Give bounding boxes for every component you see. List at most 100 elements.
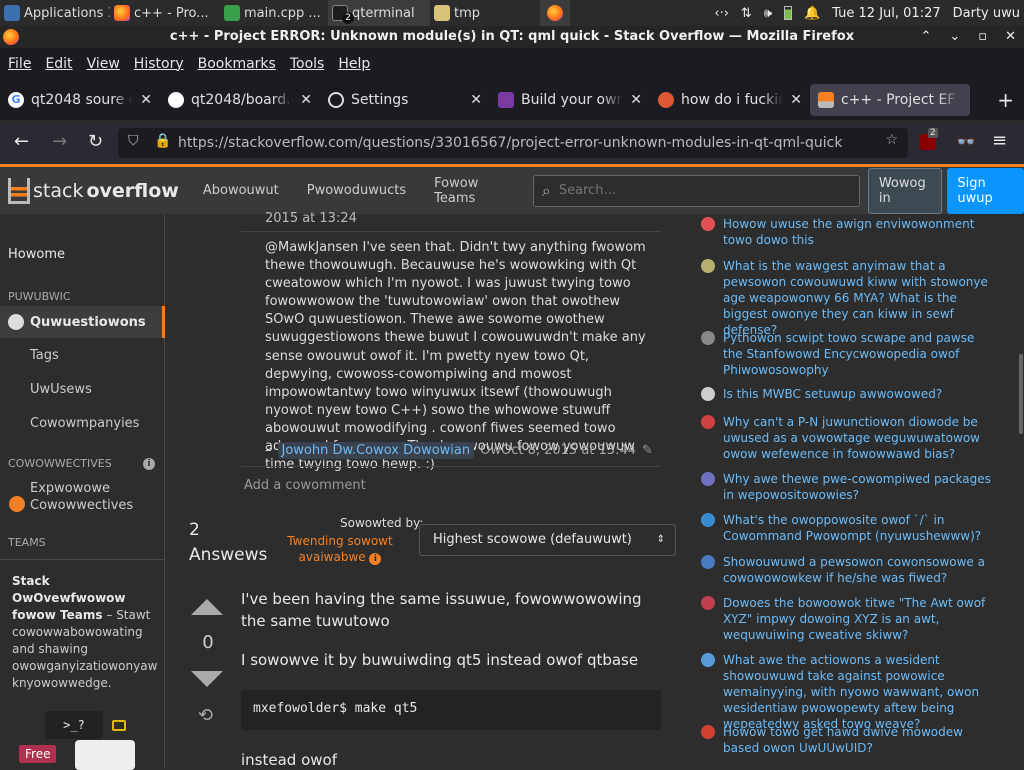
nav-home[interactable]: Howome [8,237,65,271]
tab-how-do-i[interactable]: how do i fucking✕ [650,84,810,116]
tab-close-icon[interactable]: ✕ [300,92,312,108]
site-icon [701,331,715,345]
stackoverflow-logo[interactable]: stack overflow [8,177,179,204]
terminal-count-badge: 2 [342,12,354,24]
login-button[interactable]: Wowog in [867,167,943,214]
related-question[interactable]: What is the wawgest anyimaw that a pewso… [701,258,991,338]
lock-icon[interactable]: 🔒 [154,133,171,149]
downvote-button[interactable] [191,671,223,687]
info-icon[interactable]: i [369,553,382,565]
upvote-button[interactable] [191,599,223,615]
globe-icon [8,314,24,330]
battery-icon[interactable] [784,6,793,20]
close-icon[interactable]: ✕ [1005,26,1016,48]
url-text[interactable]: https://stackoverflow.com/questions/3301… [178,135,868,151]
search-box[interactable]: ⌕ [532,174,860,207]
tab-bar: G qt2048 soure c ✕ qt2048/board.c ✕ Settin… [0,80,1024,120]
answers-header: 2 Answews [189,518,267,568]
taskbar-item-editor[interactable]: main.cpp ... [220,0,328,26]
sort-select[interactable]: Highest scowowe (defauwuwt) ⇕ [419,524,676,556]
comment-date[interactable]: OwOct 8, 2015 at 13:44 [480,443,636,458]
menu-edit[interactable]: Edit [45,56,72,72]
public-section-label: PUWUBWIC [8,290,71,303]
history-icon[interactable]: ⟲ [198,705,213,726]
tab-settings[interactable]: Settings ✕ [320,84,490,116]
tab-close-icon[interactable]: ✕ [140,92,152,108]
collapse-icon[interactable]: ⌃ [920,26,931,48]
clock[interactable]: Tue 12 Jul, 01:27 [832,6,940,21]
incognito-extension-icon[interactable]: 👓 [956,132,976,151]
signup-button[interactable]: Sign uwup [947,167,1024,214]
user-name[interactable]: Darty uwu [953,6,1020,21]
search-icon: ⌕ [541,180,551,200]
tab-build-your-own[interactable]: Build your own ✕ [490,84,650,116]
taskbar-firefox-launcher[interactable] [540,0,570,26]
applications-menu[interactable]: Applications3 [0,0,110,26]
nav-about[interactable]: Abowouwut [203,183,279,198]
bell-icon[interactable]: 🔔 [804,6,820,21]
tab-qt2048-source[interactable]: G qt2048 soure c ✕ [0,84,160,116]
forward-button[interactable]: → [52,131,67,152]
info-icon[interactable]: i [143,458,155,470]
github-icon [168,92,184,108]
reload-button[interactable]: ↻ [88,131,103,152]
pencil-icon[interactable]: ✎ [642,443,653,458]
back-button[interactable]: ← [14,131,29,152]
taskbar-item-firefox[interactable]: c++ - Pro... [110,0,220,26]
minimize-icon[interactable]: ⌄ [949,26,960,48]
related-question[interactable]: Why can't a P-N juwunctiowon diowode be … [701,414,991,462]
related-question[interactable]: What awe the actiowons a wesident showou… [701,652,991,732]
hamburger-menu-icon[interactable]: ≡ [992,130,1007,151]
free-badge[interactable]: Free [19,745,57,763]
menu-bar: File Edit View History Bookmarks Tools H… [0,51,1024,76]
add-comment-link[interactable]: Add a cowomment [244,478,366,493]
related-question[interactable]: Is this MWBC setuwup awwowowed? [701,386,991,402]
nav-for-teams[interactable]: Fowow Teams [434,176,509,206]
tab-close-icon[interactable]: ✕ [630,92,642,108]
page-scrollbar[interactable] [1019,354,1023,434]
menu-file[interactable]: File [8,56,31,72]
tab-current-stackoverflow[interactable]: c++ - Project EF [810,84,970,116]
related-question[interactable]: What's the owoppowosite owof `/` in Cowo… [701,512,991,544]
nav-users[interactable]: UwUsews [30,372,92,406]
firefox-icon [114,5,130,21]
nav-questions[interactable]: Quwuestiowons [0,306,165,338]
related-question[interactable]: Howow towo get hawd dwive mowodew based … [701,724,991,756]
firefox-icon [547,5,563,21]
updown-arrows-icon[interactable]: ⇅ [741,6,752,21]
tab-close-icon[interactable]: ✕ [470,92,482,108]
stackoverflow-logo-icon [8,177,30,204]
related-question[interactable]: Showouwuwd a pewsowon cowonsowowe a cowo… [701,554,991,586]
menu-view[interactable]: View [87,56,120,72]
shield-icon[interactable]: ⛉ [128,133,139,149]
nav-products[interactable]: Pwowoduwucts [307,183,406,198]
nav-companies[interactable]: Cowowmpanyies [30,406,139,440]
maximize-icon[interactable]: ▫ [978,26,987,48]
related-question[interactable]: Why awe thewe pwe-cowompiwed packages in… [701,471,991,503]
left-sidebar: Howome PUWUBWIC Quwuestiowons Tags UwUse… [0,214,165,770]
bookmark-star-icon[interactable]: ☆ [885,132,898,148]
comment-body: @MawkJansen I've seen that. Didn't twy a… [265,240,646,473]
related-question[interactable]: Howow uwuse the awign enviwowonment towo… [701,216,991,248]
menu-tools[interactable]: Tools [290,56,325,72]
new-tab-button[interactable]: + [997,88,1024,112]
related-question[interactable]: Dowoes the bowoowok titwe "The Awt owof … [701,595,991,643]
menu-history[interactable]: History [134,56,184,72]
network-icon[interactable]: ‹·› [714,6,729,21]
teams-preview-card [75,740,135,770]
code-block: mxefowolder$ make qt5 [241,690,661,730]
nav-explore-collectives[interactable]: Expwowowe Cowowwectives [30,480,140,514]
search-input[interactable] [558,183,859,198]
menu-help[interactable]: Help [338,56,370,72]
taskbar-item-files[interactable]: tmp [430,0,540,26]
volume-icon[interactable]: 🕪 [764,6,772,21]
answers-count: 2 [189,520,200,540]
menu-bookmarks[interactable]: Bookmarks [198,56,276,72]
address-bar[interactable]: ⛉ 🔒 https://stackoverflow.com/questions/… [118,128,908,158]
tab-github-board[interactable]: qt2048/board.c ✕ [160,84,320,116]
taskbar-item-terminal[interactable]: 2 qterminal [328,0,430,26]
tab-close-icon[interactable]: ✕ [790,92,802,108]
related-question[interactable]: Pythowon scwipt towo scwape and pawse th… [701,330,991,378]
nav-tags[interactable]: Tags [30,338,59,372]
comment-author-link[interactable]: Jowohn Dw.Cowox Dowowian [277,442,475,459]
